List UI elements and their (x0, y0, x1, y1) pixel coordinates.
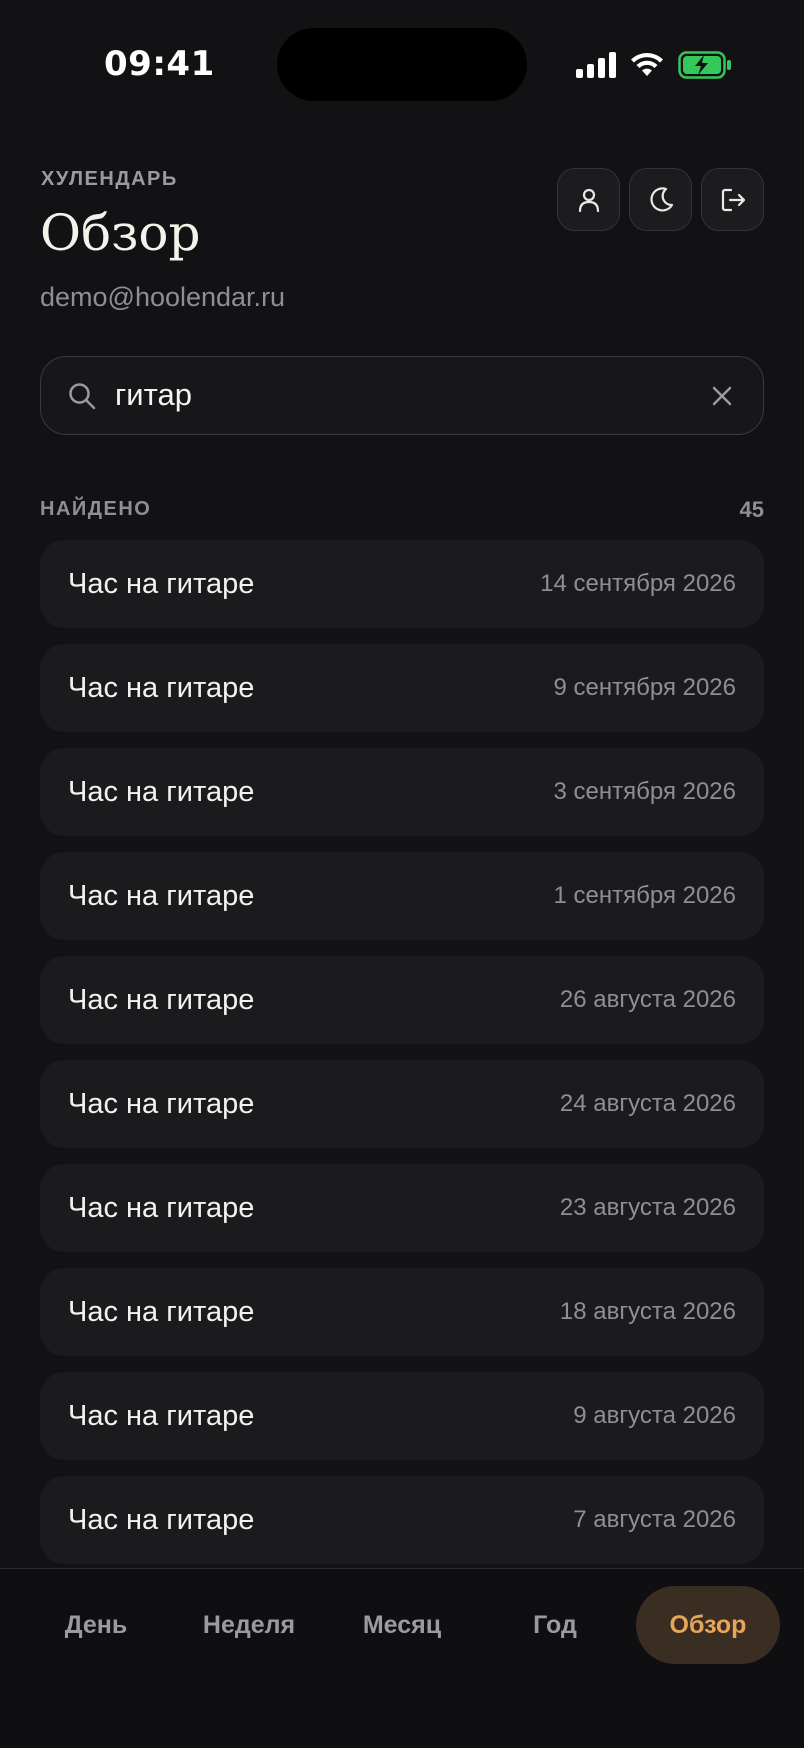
list-item[interactable]: Час на гитаре 26 августа 2026 (40, 956, 764, 1044)
result-title: Час на гитаре (68, 671, 255, 704)
tab-day[interactable]: День (22, 1586, 170, 1664)
search-box[interactable] (40, 356, 764, 435)
page-title: Обзор (40, 204, 201, 262)
header-actions (557, 168, 764, 231)
status-time: 09:41 (104, 44, 215, 84)
result-date: 1 сентября 2026 (553, 882, 736, 909)
status-icons (576, 50, 732, 80)
list-item[interactable]: Час на гитаре 24 августа 2026 (40, 1060, 764, 1148)
logout-button[interactable] (701, 168, 764, 231)
search-icon (69, 383, 96, 410)
result-date: 7 августа 2026 (573, 1506, 736, 1533)
results-label: НАЙДЕНО (40, 498, 152, 520)
bottom-nav: День Неделя Месяц Год Обзор (0, 1568, 804, 1748)
result-title: Час на гитаре (68, 1503, 255, 1536)
theme-toggle-button[interactable] (629, 168, 692, 231)
list-item[interactable]: Час на гитаре 7 августа 2026 (40, 1476, 764, 1564)
close-icon (712, 386, 732, 406)
result-title: Час на гитаре (68, 1191, 255, 1224)
list-item[interactable]: Час на гитаре 9 августа 2026 (40, 1372, 764, 1460)
app-label: ХУЛЕНДАРЬ (41, 168, 178, 190)
result-title: Час на гитаре (68, 879, 255, 912)
profile-icon (578, 188, 599, 212)
moon-icon (649, 186, 673, 212)
result-date: 26 августа 2026 (559, 986, 736, 1013)
tab-week[interactable]: Неделя (178, 1586, 320, 1664)
result-date: 9 сентября 2026 (553, 674, 736, 701)
result-title: Час на гитаре (68, 983, 255, 1016)
result-date: 3 сентября 2026 (553, 778, 736, 805)
result-title: Час на гитаре (68, 567, 255, 600)
results-list: Час на гитаре 14 сентября 2026 Час на ги… (40, 540, 764, 1580)
result-title: Час на гитаре (68, 775, 255, 808)
wifi-icon (631, 53, 663, 76)
result-date: 23 августа 2026 (559, 1194, 736, 1221)
clear-search-button[interactable] (707, 381, 737, 411)
cellular-signal-icon (576, 52, 616, 78)
tab-overview[interactable]: Обзор (636, 1586, 780, 1664)
list-item[interactable]: Час на гитаре 1 сентября 2026 (40, 852, 764, 940)
dynamic-island (277, 28, 527, 101)
result-date: 14 сентября 2026 (540, 570, 736, 597)
status-bar: 09:41 (0, 0, 804, 120)
result-title: Час на гитаре (68, 1399, 255, 1432)
result-date: 9 августа 2026 (573, 1402, 736, 1429)
list-item[interactable]: Час на гитаре 23 августа 2026 (40, 1164, 764, 1252)
logout-icon (721, 188, 745, 211)
list-item[interactable]: Час на гитаре 9 сентября 2026 (40, 644, 764, 732)
result-title: Час на гитаре (68, 1295, 255, 1328)
battery-charging-icon (678, 51, 731, 79)
results-count: 45 (739, 497, 764, 522)
screen: 09:41 ХУЛЕНДАРЬ Обзор demo@hoolendar.ru … (0, 0, 804, 1748)
user-email: demo@hoolendar.ru (40, 282, 286, 312)
list-item[interactable]: Час на гитаре 18 августа 2026 (40, 1268, 764, 1356)
result-date: 24 августа 2026 (559, 1090, 736, 1117)
profile-button[interactable] (557, 168, 620, 231)
result-date: 18 августа 2026 (559, 1298, 736, 1325)
tab-year[interactable]: Год (484, 1586, 626, 1664)
result-title: Час на гитаре (68, 1087, 255, 1120)
tab-month[interactable]: Месяц (328, 1586, 476, 1664)
list-item[interactable]: Час на гитаре 14 сентября 2026 (40, 540, 764, 628)
list-item[interactable]: Час на гитаре 3 сентября 2026 (40, 748, 764, 836)
search-input[interactable] (115, 357, 675, 433)
